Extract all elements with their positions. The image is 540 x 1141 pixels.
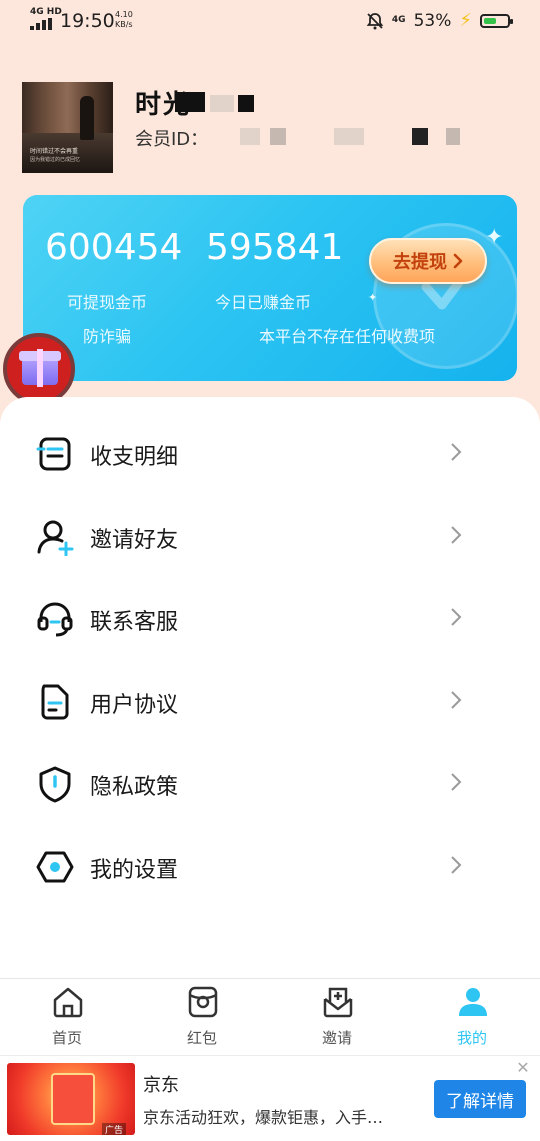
- sparkle-icon: ✦: [485, 225, 504, 250]
- ledger-icon: [36, 437, 71, 471]
- chevron-right-icon: [451, 773, 462, 791]
- nav-item-red-packet[interactable]: 红包: [152, 979, 252, 1055]
- menu-item-privacy[interactable]: 隐私政策: [0, 747, 540, 819]
- redaction: [210, 95, 234, 112]
- menu-item-support[interactable]: 联系客服: [0, 582, 540, 654]
- ad-description: 京东活动狂欢，爆款钜惠，入手…: [143, 1108, 384, 1127]
- home-icon: [53, 987, 83, 1018]
- menu-item-label: 联系客服: [90, 610, 179, 635]
- today-coins-label: 今日已赚金币: [215, 293, 312, 312]
- menu-item-ledger[interactable]: 收支明细: [0, 417, 540, 489]
- avatar-figure: [80, 96, 94, 140]
- battery-percent: 53%: [413, 10, 452, 31]
- network-type: 4G HD: [30, 7, 62, 17]
- avatar[interactable]: 时间错过不会再重 因为我错过的已成回忆: [22, 82, 113, 173]
- withdrawable-coins-label: 可提现金币: [67, 293, 148, 312]
- fee-notice: 本平台不存在任何收费项: [259, 327, 436, 346]
- withdraw-button[interactable]: 去提现: [369, 238, 487, 284]
- ad-banner[interactable]: 广告 京东 京东活动狂欢，爆款钜惠，入手… 了解详情 ✕: [0, 1055, 540, 1141]
- chevron-right-icon: [451, 691, 462, 709]
- status-bar: 4G HD 19:50 4.10 KB/s 4G 53% ⚡: [0, 0, 540, 44]
- document-icon: [41, 684, 69, 720]
- redaction: [270, 128, 286, 145]
- menu-item-label: 邀请好友: [90, 528, 179, 553]
- red-packet-icon: [188, 986, 218, 1018]
- ad-tag: 广告: [102, 1123, 127, 1135]
- battery-fill: [484, 17, 496, 24]
- ad-details-button[interactable]: 了解详情: [434, 1080, 526, 1118]
- close-icon[interactable]: ✕: [515, 1060, 531, 1076]
- nav-label: 首页: [51, 1029, 82, 1047]
- sparkle-icon: ✦: [368, 291, 378, 304]
- today-coins-value: 595841: [206, 227, 344, 268]
- nav-item-home[interactable]: 首页: [17, 979, 117, 1055]
- anti-fraud-notice: 防诈骗: [83, 327, 132, 346]
- clock: 19:50: [60, 10, 115, 32]
- redaction: [175, 92, 205, 112]
- redaction: [240, 128, 260, 145]
- avatar-caption-small: 因为我错过的已成回忆: [30, 157, 81, 163]
- withdrawable-coins-value: 600454: [45, 227, 183, 268]
- ad-image: 广告: [7, 1063, 135, 1135]
- mobile-data-icon: 4G: [391, 15, 406, 25]
- coin-card: ✦ ✦ 600454 可提现金币 595841 今日已赚金币 防诈骗 本平台不存…: [23, 195, 517, 381]
- headset-icon: [37, 602, 73, 637]
- menu-item-label: 我的设置: [90, 858, 179, 883]
- settings-icon: [36, 851, 74, 883]
- nav-label: 红包: [186, 1029, 217, 1047]
- shield-icon: [39, 766, 71, 803]
- chevron-right-icon: [451, 608, 462, 626]
- ad-image-package: [51, 1073, 95, 1125]
- member-id: 会员ID：: [135, 129, 209, 150]
- invite-icon: [323, 987, 353, 1018]
- chevron-right-icon: [451, 443, 462, 461]
- menu-item-agreement[interactable]: 用户协议: [0, 665, 540, 737]
- redaction: [412, 128, 428, 145]
- charging-icon: ⚡: [459, 10, 472, 31]
- menu-item-settings[interactable]: 我的设置: [0, 830, 540, 902]
- chevron-right-icon: [451, 856, 462, 874]
- withdraw-button-label: 去提现: [393, 252, 447, 273]
- avatar-caption: 时间错过不会再重: [30, 148, 79, 155]
- speed-unit: KB/s: [115, 20, 133, 29]
- chevron-right-icon: [453, 253, 463, 269]
- menu-item-label: 隐私政策: [90, 775, 179, 800]
- profile-icon: [459, 988, 487, 1016]
- battery-icon: [480, 13, 513, 28]
- ad-title: 京东: [143, 1075, 179, 1096]
- chevron-right-icon: [451, 526, 462, 544]
- nav-item-profile[interactable]: 我的: [422, 979, 522, 1055]
- gift-float-button[interactable]: [3, 333, 75, 405]
- invite-user-icon: [37, 520, 74, 556]
- nav-label: 邀请: [321, 1029, 352, 1047]
- menu-panel: 收支明细 邀请好友 联系客服 用户协议 隐私政策 我的设置: [0, 397, 540, 982]
- signal-icon: [30, 18, 52, 30]
- speed-value: 4.10: [115, 10, 133, 19]
- network-speed: 4.10 KB/s: [115, 10, 133, 30]
- bell-muted-icon: [366, 12, 384, 29]
- nav-label: 我的: [456, 1029, 487, 1047]
- redaction: [238, 95, 254, 112]
- bottom-nav: 首页 红包 邀请 我的: [0, 978, 540, 1055]
- menu-item-label: 收支明细: [90, 445, 179, 470]
- redaction: [334, 128, 364, 145]
- status-right: 4G 53% ⚡: [366, 10, 513, 31]
- redaction: [446, 128, 460, 145]
- gift-ribbon: [37, 349, 43, 387]
- menu-item-label: 用户协议: [90, 693, 179, 718]
- nav-item-invite[interactable]: 邀请: [287, 979, 387, 1055]
- menu-item-invite[interactable]: 邀请好友: [0, 500, 540, 572]
